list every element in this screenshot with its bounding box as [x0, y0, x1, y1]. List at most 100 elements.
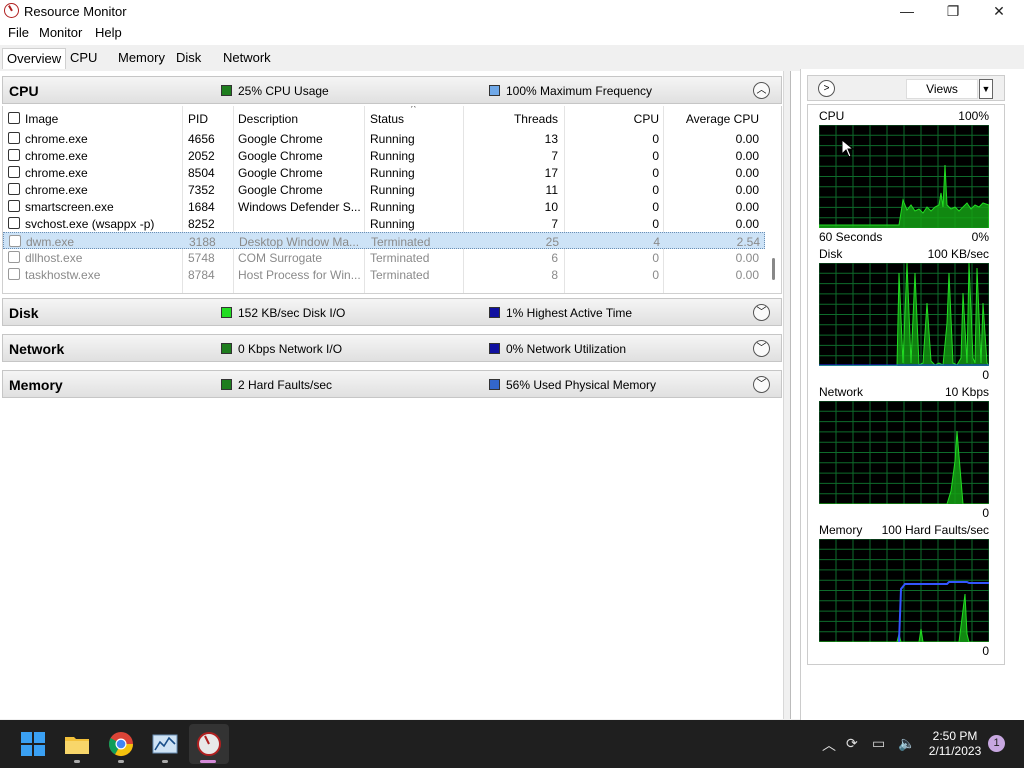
- column-average-cpu[interactable]: Average CPU: [673, 112, 759, 126]
- title-bar: Resource Monitor — ❐ ✕: [0, 0, 1024, 22]
- table-row[interactable]: chrome.exe 4656 Google Chrome Running 13 0 0.0…: [3, 130, 765, 147]
- resource-monitor-app-icon: [4, 3, 19, 18]
- chrome-icon[interactable]: [107, 730, 135, 758]
- cell-image: smartscreen.exe: [25, 200, 114, 214]
- maximize-button[interactable]: ❐: [930, 0, 976, 22]
- taskbar-clock[interactable]: 2:50 PM 2/11/2023: [920, 729, 990, 759]
- cell-pid: 1684: [188, 200, 215, 214]
- cell-image: dllhost.exe: [25, 251, 83, 265]
- cell-threads: 11: [545, 183, 558, 197]
- column-status[interactable]: Status: [370, 112, 404, 126]
- memory-section-title: Memory: [9, 377, 63, 393]
- performance-monitor-icon[interactable]: [151, 730, 179, 758]
- tab-disk[interactable]: Disk: [172, 48, 205, 69]
- tab-cpu[interactable]: CPU: [66, 48, 101, 69]
- row-checkbox[interactable]: [8, 217, 20, 229]
- network-icon[interactable]: ▭: [872, 735, 885, 752]
- cell-image: dwm.exe: [26, 235, 75, 249]
- performance-monitor-running-indicator: [162, 760, 168, 763]
- table-scrollbar[interactable]: [772, 258, 775, 280]
- clock-time: 2:50 PM: [932, 729, 978, 743]
- cell-avg: 0.00: [735, 132, 759, 146]
- notification-badge[interactable]: 1: [988, 735, 1005, 752]
- memory-graph-label: Memory: [819, 523, 863, 537]
- disk-graph-max: 100 KB/sec: [927, 247, 989, 261]
- minimize-button[interactable]: —: [884, 0, 930, 22]
- disk-section-header[interactable]: Disk 152 KB/sec Disk I/O 1% Highest Acti…: [2, 298, 782, 326]
- table-row[interactable]: svchost.exe (wsappx -p) 8252 Running 7 0 0.00: [3, 215, 765, 232]
- cell-desc: Google Chrome: [238, 132, 323, 146]
- memory-graph-plot: [819, 539, 989, 642]
- sync-status-icon[interactable]: ⟳: [846, 735, 858, 752]
- cell-threads: 13: [544, 132, 558, 146]
- network-graph: [819, 401, 989, 504]
- column-cpu[interactable]: CPU: [593, 112, 659, 126]
- cell-cpu: 0: [652, 132, 659, 146]
- row-checkbox[interactable]: [8, 268, 20, 280]
- cell-threads: 7: [551, 217, 558, 231]
- column-image[interactable]: Image: [25, 112, 58, 126]
- network-section-header[interactable]: Network 0 Kbps Network I/O 0% Network Ut…: [2, 334, 782, 362]
- menu-monitor[interactable]: Monitor: [39, 25, 82, 40]
- collapse-cpu-button[interactable]: ︿: [753, 82, 770, 99]
- resource-monitor-taskbar-button[interactable]: [189, 724, 229, 764]
- clock-date: 2/11/2023: [928, 744, 982, 758]
- volume-icon[interactable]: 🔈: [898, 735, 915, 752]
- table-header: Image PID Description ^ Status Threads C…: [3, 106, 765, 130]
- tab-network[interactable]: Network: [219, 48, 275, 69]
- tab-overview[interactable]: Overview: [2, 48, 67, 69]
- cell-desc: COM Surrogate: [238, 251, 323, 265]
- show-hidden-icons-chevron-icon[interactable]: ︿: [822, 735, 836, 755]
- row-checkbox[interactable]: [8, 149, 20, 161]
- max-frequency-swatch: [489, 85, 500, 96]
- cell-status: Running: [370, 183, 415, 197]
- views-button[interactable]: Views: [906, 79, 978, 99]
- table-row[interactable]: chrome.exe 7352 Google Chrome Running 11 0 0.0…: [3, 181, 765, 198]
- row-checkbox[interactable]: [8, 200, 20, 212]
- row-checkbox[interactable]: [8, 166, 20, 178]
- column-description[interactable]: Description: [238, 112, 298, 126]
- row-checkbox[interactable]: [9, 235, 21, 247]
- cpu-graph-min: 0%: [971, 230, 989, 244]
- memory-graph: [819, 539, 989, 642]
- cell-avg: 2.54: [736, 235, 760, 249]
- table-row[interactable]: chrome.exe 8504 Google Chrome Running 17 0 0.0…: [3, 164, 765, 181]
- network-utilization-stat: 0% Network Utilization: [489, 342, 626, 356]
- row-checkbox[interactable]: [8, 132, 20, 144]
- views-dropdown-icon[interactable]: ▼: [979, 79, 993, 99]
- expand-disk-button[interactable]: ﹀: [753, 304, 770, 321]
- expand-memory-button[interactable]: ﹀: [753, 376, 770, 393]
- row-checkbox[interactable]: [8, 251, 20, 263]
- cpu-section-header[interactable]: CPU 25% CPU Usage 100% Maximum Frequency…: [2, 76, 782, 104]
- cell-threads: 25: [545, 235, 559, 249]
- expand-network-button[interactable]: ﹀: [753, 340, 770, 357]
- select-all-checkbox[interactable]: [8, 112, 20, 124]
- table-row[interactable]: dwm.exe 3188 Desktop Window Ma... Terminate…: [3, 232, 765, 249]
- menu-help[interactable]: Help: [95, 25, 122, 40]
- table-row[interactable]: smartscreen.exe 1684 Windows Defender S...…: [3, 198, 765, 215]
- network-graph-plot: [819, 401, 989, 504]
- cell-desc: Windows Defender S...: [238, 200, 360, 214]
- network-graph-min: 0: [982, 506, 989, 520]
- table-row[interactable]: dllhost.exe 5748 COM Surrogate Terminated 6 0…: [3, 249, 765, 266]
- cpu-graph-label: CPU: [819, 109, 845, 123]
- cpu-usage-stat: 25% CPU Usage: [221, 84, 329, 98]
- menu-file[interactable]: File: [8, 25, 29, 40]
- table-row[interactable]: chrome.exe 2052 Google Chrome Running 7 0 0.00: [3, 147, 765, 164]
- column-pid[interactable]: PID: [188, 112, 208, 126]
- tab-memory[interactable]: Memory: [114, 48, 169, 69]
- collapse-graphs-button[interactable]: >: [818, 80, 835, 97]
- cell-avg: 0.00: [735, 166, 759, 180]
- cell-status: Terminated: [371, 235, 431, 249]
- cell-pid: 5748: [188, 251, 215, 265]
- cell-status: Running: [370, 200, 415, 214]
- pane-splitter[interactable]: [790, 71, 800, 719]
- close-button[interactable]: ✕: [976, 0, 1022, 22]
- memory-section-header[interactable]: Memory 2 Hard Faults/sec 56% Used Physic…: [2, 370, 782, 398]
- graphs-toolbar: > Views ▼: [807, 75, 1005, 101]
- column-threads[interactable]: Threads: [473, 112, 558, 126]
- row-checkbox[interactable]: [8, 183, 20, 195]
- table-row[interactable]: taskhostw.exe 8784 Host Process for Win...…: [3, 266, 765, 283]
- file-explorer-icon[interactable]: [63, 730, 91, 758]
- windows-start-icon[interactable]: [19, 730, 47, 758]
